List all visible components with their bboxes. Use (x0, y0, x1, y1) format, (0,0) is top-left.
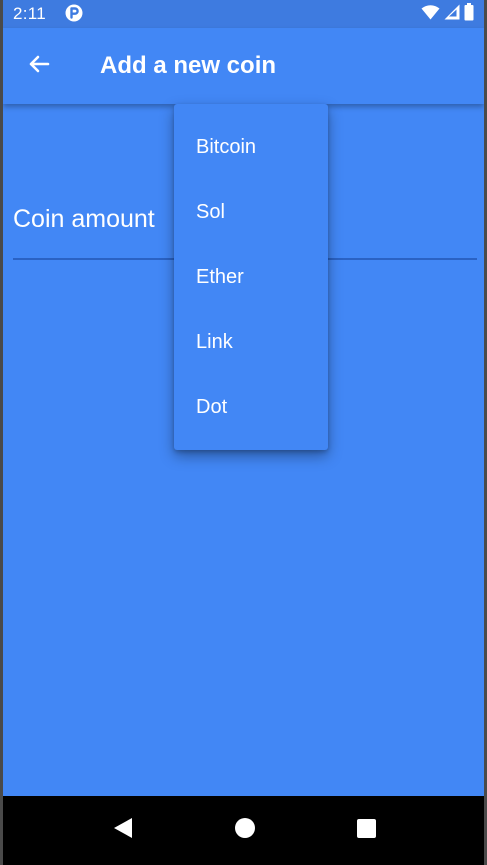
coin-dropdown-menu: Bitcoin Sol Ether Link Dot (174, 104, 328, 450)
back-button[interactable] (21, 48, 57, 84)
battery-icon (464, 2, 474, 26)
arrow-back-icon (27, 52, 51, 81)
system-nav-bar (3, 796, 484, 865)
circle-home-icon[interactable] (235, 818, 255, 838)
coin-amount-label: Coin amount (13, 205, 155, 233)
p-circle-icon (65, 4, 83, 22)
menu-item-dot[interactable]: Dot (174, 375, 328, 440)
status-bar: 2:11 (3, 0, 484, 28)
status-icons (421, 2, 474, 26)
menu-item-link[interactable]: Link (174, 310, 328, 375)
menu-item-label: Link (196, 331, 233, 353)
triangle-back-icon[interactable] (111, 816, 135, 840)
wifi-icon (421, 4, 440, 25)
menu-item-ether[interactable]: Ether (174, 245, 328, 310)
menu-item-label: Sol (196, 201, 225, 223)
menu-item-label: Bitcoin (196, 136, 257, 158)
page-title: Add a new coin (100, 52, 277, 79)
status-time: 2:11 (13, 4, 47, 23)
menu-item-bitcoin[interactable]: Bitcoin (174, 115, 328, 180)
square-recents-icon[interactable] (357, 819, 376, 838)
app-bar: Add a new coin (3, 28, 484, 104)
menu-item-label: Dot (196, 396, 228, 418)
signal-icon (444, 4, 460, 25)
app-screen: 2:11 Add a new coin Coin amount Bitcoin … (3, 0, 484, 865)
menu-item-sol[interactable]: Sol (174, 180, 328, 245)
menu-item-label: Ether (196, 266, 244, 288)
